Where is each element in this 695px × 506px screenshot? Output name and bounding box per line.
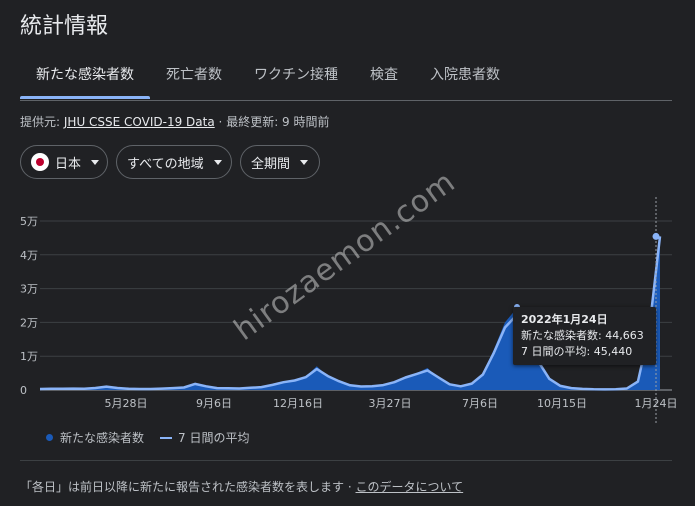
tooltip-cases: 新たな感染者数: 44,663 xyxy=(521,329,644,342)
x-tick-label: 5月28日 xyxy=(105,397,148,410)
footer-divider xyxy=(20,460,672,461)
legend-average-label: 7 日間の平均 xyxy=(178,431,250,445)
x-tick-label: 3月27日 xyxy=(369,397,412,410)
data-source: 提供元: JHU CSSE COVID-19 Data · 最終更新: 9 時間… xyxy=(20,113,330,130)
dropdown-caret-icon xyxy=(91,159,100,165)
tab-new-cases[interactable]: 新たな感染者数 xyxy=(36,64,134,84)
covid-stats-panel: 統計情報 新たな感染者数 死亡者数 ワクチン接種 検査 入院患者数 提供元: J… xyxy=(0,0,695,506)
y-tick-label: 2万 xyxy=(20,316,38,329)
x-tick-label: 10月15日 xyxy=(537,397,587,410)
x-tick-label: 9月6日 xyxy=(196,397,232,410)
y-tick-label: 0 xyxy=(20,384,27,397)
footer-separator: · xyxy=(347,480,352,494)
footer-note: 「各日」は前日以降に新たに報告された感染者数を表します xyxy=(20,480,345,494)
source-prefix: 提供元: xyxy=(20,115,61,129)
source-link[interactable]: JHU CSSE COVID-19 Data xyxy=(64,115,215,129)
last-updated: 最終更新: 9 時間前 xyxy=(226,115,330,129)
legend-cases: 新たな感染者数 xyxy=(46,429,144,446)
about-data-link[interactable]: このデータについて xyxy=(356,480,464,494)
chart-legend: 新たな感染者数 7 日間の平均 xyxy=(46,429,265,446)
x-tick-label: 7月6日 xyxy=(462,397,498,410)
active-tab-indicator xyxy=(20,96,150,99)
tab-deaths[interactable]: 死亡者数 xyxy=(166,64,222,84)
japan-flag-icon xyxy=(31,153,49,171)
y-tick-label: 3万 xyxy=(20,283,38,296)
y-tick-label: 5万 xyxy=(20,215,38,228)
x-tick-label: 12月16日 xyxy=(273,397,323,410)
period-label: 全期間 xyxy=(251,156,291,172)
tab-bar: 新たな感染者数 死亡者数 ワクチン接種 検査 入院患者数 xyxy=(20,56,672,101)
hover-point xyxy=(652,232,660,240)
y-tick-label: 4万 xyxy=(20,249,38,262)
country-label: 日本 xyxy=(55,156,82,172)
footer: 「各日」は前日以降に新たに報告された感染者数を表します · このデータについて xyxy=(20,478,463,495)
country-select[interactable]: 日本 xyxy=(20,145,108,179)
dropdown-caret-icon xyxy=(300,159,309,165)
dropdown-caret-icon xyxy=(213,159,222,165)
legend-cases-label: 新たな感染者数 xyxy=(60,431,145,445)
legend-line-icon xyxy=(160,436,173,439)
region-label: すべての地域 xyxy=(127,156,204,172)
tab-hospitalizations[interactable]: 入院患者数 xyxy=(430,64,500,84)
tab-tests[interactable]: 検査 xyxy=(370,64,398,84)
source-separator: · xyxy=(218,115,223,129)
y-tick-label: 1万 xyxy=(20,350,38,363)
chart-tooltip: 2022年1月24日 新たな感染者数: 44,663 7 日間の平均: 45,4… xyxy=(513,307,656,365)
tab-vaccinations[interactable]: ワクチン接種 xyxy=(254,64,338,84)
tooltip-average: 7 日間の平均: 45,440 xyxy=(521,345,633,358)
period-select[interactable]: 全期間 xyxy=(240,145,320,179)
page-title: 統計情報 xyxy=(20,14,109,39)
region-select[interactable]: すべての地域 xyxy=(116,145,232,179)
legend-average: 7 日間の平均 xyxy=(160,429,249,446)
tooltip-date: 2022年1月24日 xyxy=(521,313,608,326)
legend-dot-icon xyxy=(46,434,53,441)
